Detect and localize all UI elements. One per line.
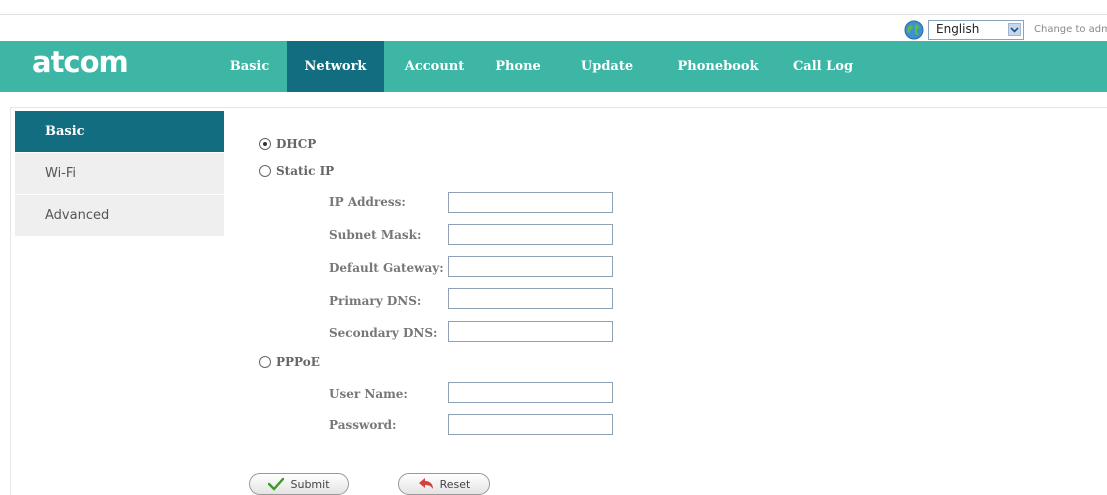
nav-phonebook[interactable]: Phonebook xyxy=(667,41,769,92)
dhcp-option[interactable]: DHCP xyxy=(259,135,316,153)
secondary-dns-input[interactable] xyxy=(448,321,613,342)
pppoe-label: PPPoE xyxy=(276,355,320,369)
pppoe-option[interactable]: PPPoE xyxy=(259,353,320,371)
dhcp-radio[interactable] xyxy=(259,138,271,150)
subnet-mask-label: Subnet Mask: xyxy=(329,228,422,242)
atcom-logo: atcom xyxy=(32,45,129,79)
nav-call-log[interactable]: Call Log xyxy=(784,41,862,92)
language-select-value: English xyxy=(936,22,980,36)
submit-button[interactable]: Submit xyxy=(249,473,349,495)
password-label: Password: xyxy=(329,418,397,432)
globe-icon xyxy=(904,20,924,40)
static-ip-radio[interactable] xyxy=(259,165,271,177)
submit-label: Submit xyxy=(290,477,330,491)
top-divider xyxy=(0,14,1107,15)
sidebar-item-wifi[interactable]: Wi-Fi xyxy=(15,153,224,194)
nav-update[interactable]: Update xyxy=(567,41,647,92)
default-gateway-input[interactable] xyxy=(448,256,613,277)
primary-dns-input[interactable] xyxy=(448,288,613,309)
ip-address-label: IP Address: xyxy=(329,195,406,209)
checkmark-icon xyxy=(268,477,285,491)
sidebar-item-basic[interactable]: Basic xyxy=(15,111,224,152)
default-gateway-label: Default Gateway: xyxy=(329,261,444,275)
user-name-input[interactable] xyxy=(448,382,613,403)
reset-label: Reset xyxy=(439,477,471,491)
pppoe-radio[interactable] xyxy=(259,356,271,368)
static-ip-label: Static IP xyxy=(276,164,335,178)
subnet-mask-input[interactable] xyxy=(448,224,613,245)
top-nav-bar: atcom Basic Network Account Phone Update… xyxy=(0,41,1107,92)
reset-button[interactable]: Reset xyxy=(398,473,490,495)
nav-account[interactable]: Account xyxy=(392,41,477,92)
dhcp-label: DHCP xyxy=(276,137,317,151)
static-ip-option[interactable]: Static IP xyxy=(259,162,334,180)
sidebar-item-advanced[interactable]: Advanced xyxy=(15,195,224,236)
user-name-label: User Name: xyxy=(329,387,408,401)
nav-network[interactable]: Network xyxy=(287,41,384,92)
nav-basic[interactable]: Basic xyxy=(217,41,282,92)
change-to-admin-link[interactable]: Change to admin xyxy=(1034,24,1107,35)
password-input[interactable] xyxy=(448,414,613,435)
nav-phone[interactable]: Phone xyxy=(482,41,554,92)
secondary-dns-label: Secondary DNS: xyxy=(329,326,438,340)
chevron-down-icon[interactable] xyxy=(1008,23,1021,36)
language-select[interactable]: English xyxy=(928,20,1024,40)
primary-dns-label: Primary DNS: xyxy=(329,294,422,308)
ip-address-input[interactable] xyxy=(448,192,613,213)
undo-arrow-icon xyxy=(418,478,433,489)
